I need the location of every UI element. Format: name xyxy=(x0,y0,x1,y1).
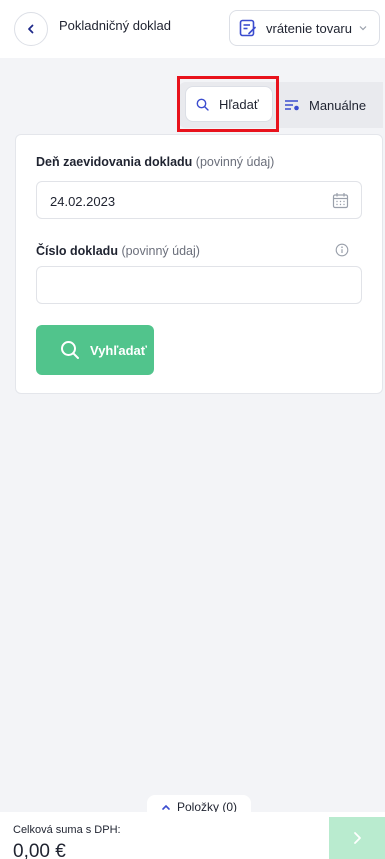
number-required-hint: (povinný údaj) xyxy=(121,244,200,258)
date-field-label: Deň zaevidovania dokladu (povinný údaj) xyxy=(36,155,274,169)
date-label-text: Deň zaevidovania dokladu xyxy=(36,155,193,169)
date-field[interactable]: 24.02.2023 xyxy=(36,181,362,219)
date-field-value: 24.02.2023 xyxy=(50,194,116,209)
document-type-value: vrátenie tovaru xyxy=(266,20,352,36)
search-mode-label: Hľadať xyxy=(219,96,259,112)
mode-switch: Hľadať Manuálne xyxy=(0,82,385,128)
next-button[interactable] xyxy=(329,817,385,859)
back-button[interactable] xyxy=(14,12,48,46)
total-value: 0,00 € xyxy=(13,841,66,859)
document-type-select[interactable]: vrátenie tovaru xyxy=(229,10,380,46)
page-title: Pokladničný doklad xyxy=(59,18,172,33)
search-icon xyxy=(196,98,209,111)
footer-bar: Celková suma s DPH: 0,00 € xyxy=(0,812,385,859)
calendar-icon[interactable] xyxy=(332,192,349,209)
manual-mode-button[interactable]: Manuálne xyxy=(284,92,366,118)
number-label-text: Číslo dokladu xyxy=(36,244,118,258)
search-mode-button[interactable]: Hľadať xyxy=(185,86,273,122)
number-field-label: Číslo dokladu (povinný údaj) xyxy=(36,244,200,258)
find-button-label: Vyhľadať xyxy=(90,342,147,358)
total-label: Celková suma s DPH: xyxy=(13,824,121,836)
search-form-card: Deň zaevidovania dokladu (povinný údaj) … xyxy=(15,134,383,394)
date-required-hint: (povinný údaj) xyxy=(195,155,275,169)
edit-document-icon xyxy=(239,19,256,37)
info-icon[interactable] xyxy=(335,243,349,257)
header-bar: Pokladničný doklad vrátenie tovaru xyxy=(0,0,385,58)
find-button[interactable]: Vyhľadať xyxy=(36,325,154,375)
document-number-field[interactable] xyxy=(36,266,362,304)
manual-mode-label: Manuálne xyxy=(309,97,367,113)
chevron-up-icon xyxy=(161,803,171,811)
list-edit-icon xyxy=(285,100,299,111)
chevron-left-icon xyxy=(28,24,34,34)
search-icon xyxy=(61,341,79,359)
chevron-down-icon xyxy=(358,23,368,33)
chevron-right-icon xyxy=(354,832,361,844)
